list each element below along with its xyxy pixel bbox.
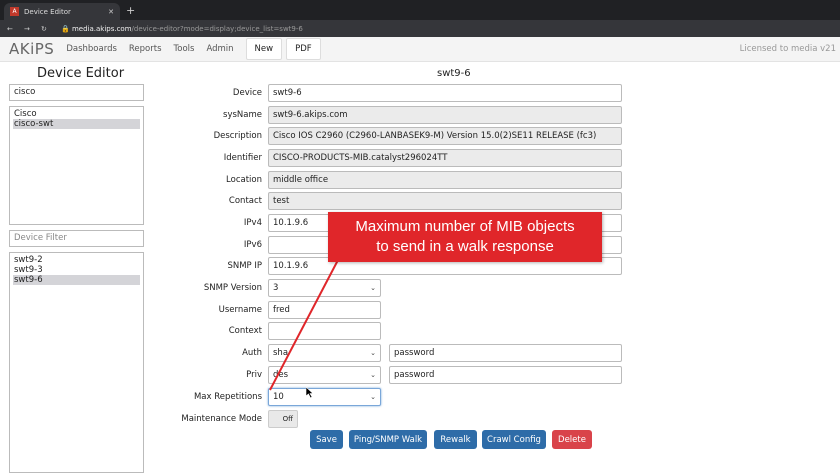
callout-line-2: to send in a walk response [376, 238, 554, 255]
callout-line-1: Maximum number of MIB objects [355, 218, 575, 235]
annotation-callout: Maximum number of MIB objects to send in … [328, 212, 602, 262]
mouse-cursor-icon [306, 387, 314, 398]
